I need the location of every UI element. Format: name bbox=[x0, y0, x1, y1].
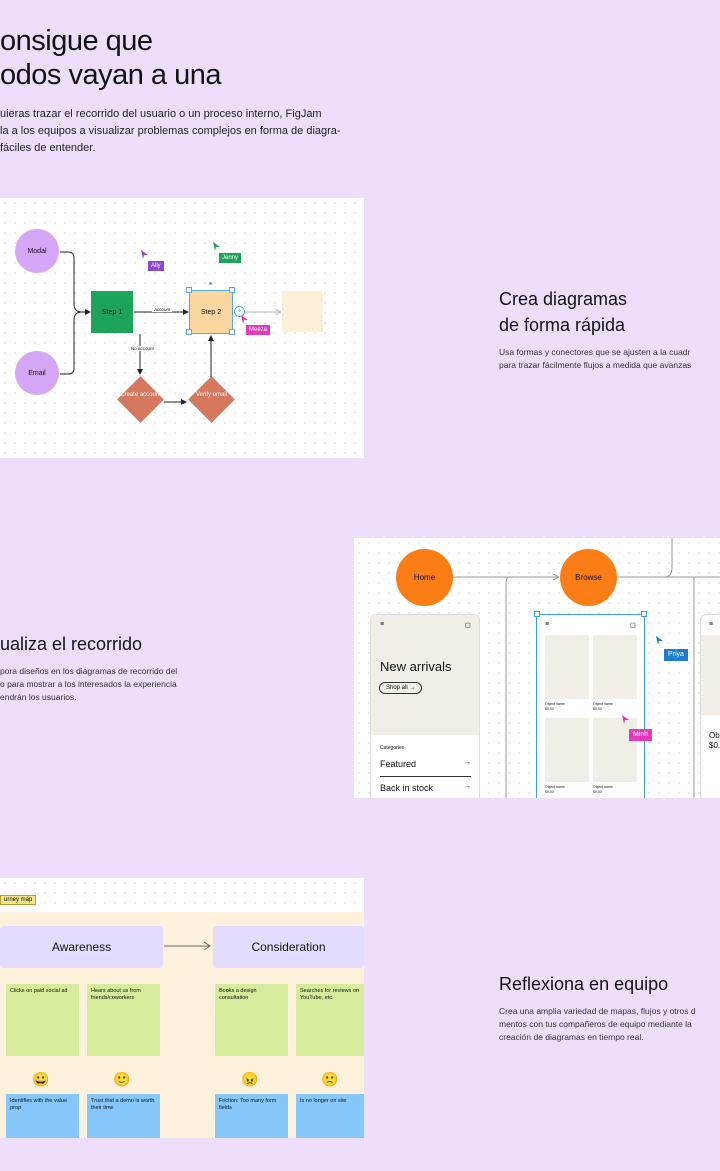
product-caption: Object name $0.00 bbox=[593, 702, 613, 711]
email-node[interactable]: Email bbox=[15, 351, 59, 395]
hero-title-line-1: onsigue que bbox=[0, 25, 153, 57]
section-1-text: Crea diagramas de forma rápida Usa forma… bbox=[499, 286, 691, 372]
product-image[interactable] bbox=[593, 635, 637, 699]
selection-handle[interactable] bbox=[641, 611, 647, 617]
bag-icon[interactable]: ◻ bbox=[465, 621, 471, 629]
step-2-node[interactable]: Step 2 bbox=[189, 290, 233, 334]
selection-handle[interactable] bbox=[229, 329, 235, 335]
sad-emoji-icon: 🙁 bbox=[321, 1071, 339, 1087]
step-1-node[interactable]: Step 1 bbox=[91, 291, 133, 333]
selection-handle[interactable] bbox=[534, 611, 540, 617]
sticky-note[interactable]: Clicks on paid social ad bbox=[6, 984, 79, 1056]
selection-handle[interactable] bbox=[229, 287, 235, 293]
back-in-stock-category[interactable]: Back in stock → bbox=[380, 783, 471, 793]
cursor-label-ally: Ally bbox=[148, 261, 164, 271]
browse-node[interactable]: Browse bbox=[560, 549, 617, 606]
hero-title: onsigue que odos vayan a una bbox=[0, 24, 221, 92]
categories-label: Categories bbox=[380, 745, 405, 751]
diagram-card: Modal Email Step 1 Account No account St… bbox=[0, 198, 364, 458]
insight-note[interactable]: Identifies with the value prop bbox=[6, 1094, 79, 1138]
angry-emoji-icon: 😠 bbox=[241, 1071, 259, 1087]
hero-body: uieras trazar el recorrido del usuario o… bbox=[0, 108, 341, 154]
product-image[interactable] bbox=[593, 718, 637, 782]
cursor-icon bbox=[656, 636, 663, 645]
section-3-text: Reflexiona en equipo Crea una amplia var… bbox=[499, 971, 696, 1044]
cursor-label-meeza: Meeza bbox=[246, 325, 271, 335]
cursor-icon bbox=[622, 715, 629, 724]
section-2-body: pora diseños en los diagramas de recorri… bbox=[0, 666, 178, 702]
section-1-title: Crea diagramas de forma rápida bbox=[499, 289, 628, 335]
sticky-note[interactable]: Searches for reviews on YouTube, etc. bbox=[296, 984, 364, 1056]
section-2-title: ualiza el recorrido bbox=[0, 634, 143, 654]
smile-emoji-icon: 🙂 bbox=[113, 1071, 131, 1087]
sticky-note[interactable]: Books a design consultation bbox=[215, 984, 288, 1056]
insight-note[interactable]: Is no longer on site bbox=[296, 1094, 364, 1138]
cursor-label-jenny: Jenny bbox=[219, 253, 242, 263]
product-image[interactable] bbox=[545, 635, 589, 699]
section-3-title: Reflexiona en equipo bbox=[499, 974, 669, 994]
insight-note[interactable]: Friction: Too many form fields bbox=[215, 1094, 288, 1138]
hero-title-line-2: odos vayan a una bbox=[0, 59, 221, 91]
journey-map-label: urney map bbox=[0, 895, 37, 905]
user-flow-card: Home Browse ≡ ◻ New arrivals Shop all → … bbox=[354, 538, 720, 798]
ghost-node bbox=[282, 291, 323, 332]
product-caption: Object name $0.00 bbox=[545, 702, 565, 711]
stage-consideration[interactable]: Consideration bbox=[213, 926, 364, 968]
new-arrivals-heading: New arrivals bbox=[380, 659, 452, 674]
account-connector-label: Account bbox=[152, 307, 173, 312]
stage-awareness[interactable]: Awareness bbox=[0, 926, 163, 968]
menu-icon[interactable]: ≡ bbox=[709, 621, 713, 628]
sticky-note[interactable]: Hears about us from friends/coworkers bbox=[87, 984, 160, 1056]
insight-note[interactable]: Trust that a demo is worth their time bbox=[87, 1094, 160, 1138]
stage-arrow bbox=[164, 941, 211, 951]
product-image[interactable] bbox=[545, 718, 589, 782]
journey-map-card: urney map Awareness Consideration Clicks… bbox=[0, 878, 364, 1138]
no-account-connector-label: No account bbox=[129, 346, 156, 351]
product-image bbox=[701, 635, 720, 715]
cursor-label-minh: Minh bbox=[629, 729, 653, 741]
cursor-icon bbox=[141, 250, 148, 259]
home-node[interactable]: Home bbox=[396, 549, 453, 606]
cursor-icon bbox=[213, 242, 220, 251]
product-title-partial: Ob $0. bbox=[709, 731, 720, 750]
shop-all-button[interactable]: Shop all → bbox=[379, 682, 423, 694]
section-3-body: Crea una amplia variedad de mapas, flujo… bbox=[499, 1006, 696, 1042]
rotate-handle[interactable] bbox=[209, 282, 212, 285]
verify-email-label: Verify email bbox=[195, 392, 227, 398]
product-caption: Object name $0.00 bbox=[593, 785, 613, 794]
selection-handle[interactable] bbox=[186, 287, 192, 293]
happy-emoji-icon: 😀 bbox=[32, 1071, 50, 1087]
menu-icon[interactable]: ≡ bbox=[545, 621, 549, 628]
section-2-text: ualiza el recorrido pora diseños en los … bbox=[0, 631, 177, 704]
browse-phone-frame[interactable]: ≡ ◻ Object name $0.00 Object name $0.00 Ob… bbox=[536, 614, 645, 798]
home-phone-frame[interactable]: ≡ ◻ New arrivals Shop all → Categories F… bbox=[370, 614, 480, 798]
cursor-label-priya: Priya bbox=[664, 649, 688, 661]
menu-icon[interactable]: ≡ bbox=[380, 621, 384, 628]
modal-node[interactable]: Modal bbox=[15, 229, 59, 273]
product-phone-frame[interactable]: ≡ Ob $0. bbox=[700, 614, 720, 798]
create-account-label: Create account bbox=[120, 392, 161, 398]
selection-handle[interactable] bbox=[186, 329, 192, 335]
cursor-icon bbox=[241, 315, 248, 324]
bag-icon[interactable]: ◻ bbox=[630, 621, 636, 629]
section-1-body: Usa formas y conectores que se ajusten a… bbox=[499, 347, 692, 370]
featured-category[interactable]: Featured → bbox=[380, 759, 471, 777]
product-caption: Object name $0.00 bbox=[545, 785, 565, 794]
